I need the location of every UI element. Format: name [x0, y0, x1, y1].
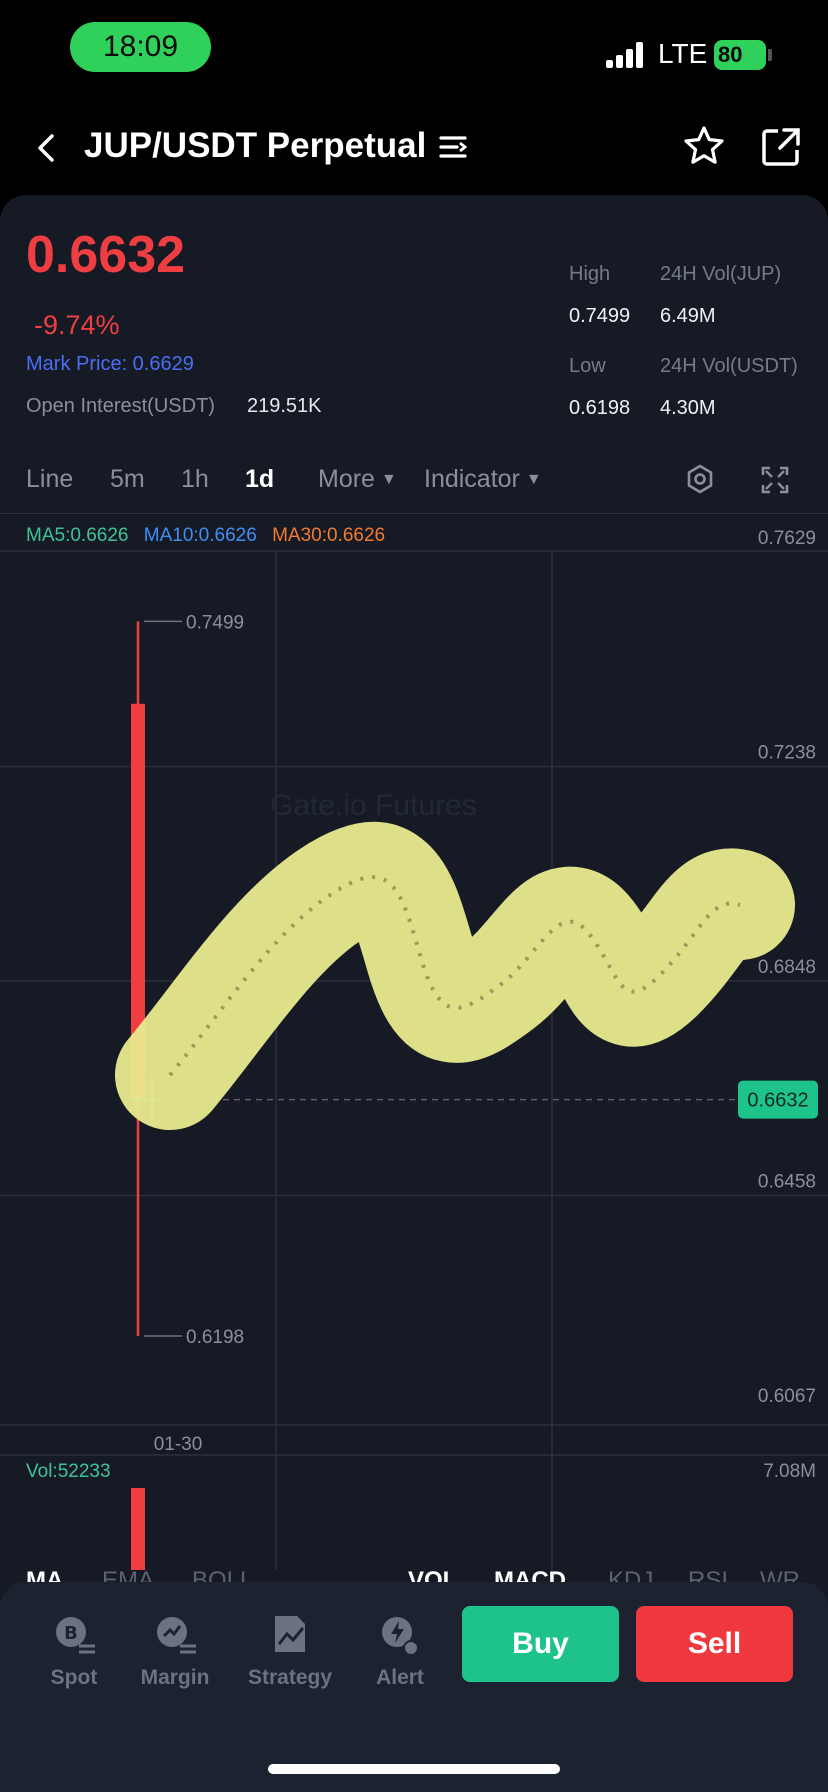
margin-icon: [157, 1617, 196, 1654]
nav-alert[interactable]: Alert: [350, 1612, 450, 1690]
tab-5m[interactable]: 5m: [110, 465, 145, 494]
nav-alert-label: Alert: [376, 1666, 424, 1689]
volume-label: Vol:52233: [26, 1461, 111, 1482]
buy-button[interactable]: Buy: [462, 1606, 619, 1682]
ma-legend: MA5:0.6626 MA10:0.6626 MA30:0.6626: [26, 525, 395, 547]
svg-text:B: B: [64, 1623, 78, 1644]
watermark-text: Gate.io Futures: [270, 789, 477, 822]
high-value: 0.7499: [569, 305, 631, 327]
tab-1d[interactable]: 1d: [245, 465, 274, 494]
nav-spot[interactable]: B Spot: [24, 1612, 124, 1690]
x-axis-label: 01-30: [154, 1434, 203, 1455]
status-bar: 18:09 LTE 80: [0, 0, 828, 100]
nav-strategy[interactable]: Strategy: [240, 1612, 340, 1690]
trading-panel: 0.6632 -9.74% Mark Price: 0.6629 Open In…: [0, 195, 828, 1792]
battery-level: 80: [718, 42, 743, 67]
tab-line[interactable]: Line: [26, 465, 73, 494]
pair-title[interactable]: JUP/USDT Perpetual: [84, 126, 426, 166]
ma30-value: MA30:0.6626: [272, 525, 386, 546]
low-marker-label: 0.6198: [186, 1327, 244, 1348]
candlestick-chart[interactable]: 0.7629 0.7238 0.6848 0.6458 0.6067 Gate.io Fu…: [0, 515, 828, 1570]
spot-icon: B: [56, 1617, 95, 1654]
sell-button[interactable]: Sell: [636, 1606, 793, 1682]
divider: [0, 513, 828, 514]
nav-strategy-label: Strategy: [247, 1666, 333, 1689]
ma10-value: MA10:0.6626: [143, 525, 257, 546]
nav-margin-label: Margin: [140, 1666, 210, 1689]
status-time: 18:09: [70, 22, 211, 72]
price-axis-label: 0.7629: [758, 528, 816, 549]
chart-settings-icon[interactable]: [684, 463, 716, 495]
back-arrow-icon[interactable]: [30, 128, 62, 168]
open-interest-label: Open Interest(USDT): [26, 395, 215, 417]
current-price-tag-label: 0.6632: [747, 1090, 808, 1112]
tab-indicator-label: Indicator: [424, 465, 520, 493]
mark-price: Mark Price: 0.6629: [26, 353, 194, 375]
price-axis-label: 0.6848: [758, 957, 816, 978]
home-indicator: [268, 1764, 560, 1774]
alert-icon: [382, 1617, 419, 1656]
tab-1h[interactable]: 1h: [181, 465, 209, 494]
signal-strength-icon: [606, 42, 646, 68]
low-value: 0.6198: [569, 397, 631, 419]
share-icon[interactable]: [760, 126, 802, 168]
price-change-percent: -9.74%: [34, 310, 120, 340]
price-axis-label: 0.7238: [758, 743, 816, 764]
vol-jup-value: 6.49M: [660, 305, 716, 327]
favorite-star-icon[interactable]: [682, 124, 726, 168]
tab-indicator[interactable]: Indicator ▼: [424, 465, 542, 494]
strategy-icon: [275, 1616, 305, 1652]
caret-down-icon: ▼: [380, 471, 397, 488]
high-label: High: [569, 263, 611, 285]
vol-usdt-value: 4.30M: [660, 397, 716, 419]
pair-list-icon[interactable]: [438, 132, 468, 162]
fullscreen-icon[interactable]: [760, 465, 790, 495]
header: JUP/USDT Perpetual: [0, 100, 828, 195]
bottom-action-bar: B Spot Margin Strategy Alert Buy Sell: [0, 1582, 828, 1792]
nav-spot-label: Spot: [50, 1666, 98, 1689]
price-axis-label: 0.6458: [758, 1172, 816, 1193]
battery-icon: 80: [714, 40, 766, 70]
ma5-value: MA5:0.6626: [26, 525, 129, 546]
tab-more-label: More: [318, 465, 375, 493]
last-price: 0.6632: [26, 226, 186, 284]
vol-usdt-label: 24H Vol(USDT): [660, 355, 798, 377]
open-interest-value: 219.51K: [247, 395, 322, 417]
price-axis-label: 0.6067: [758, 1386, 816, 1407]
volume-bar: [131, 1488, 145, 1570]
vol-jup-label: 24H Vol(JUP): [660, 263, 782, 285]
battery-tip: [768, 49, 772, 61]
low-label: Low: [569, 355, 606, 377]
scribble-overlay: [115, 822, 795, 1130]
nav-margin[interactable]: Margin: [125, 1612, 225, 1690]
network-type: LTE: [658, 38, 708, 69]
tab-more[interactable]: More ▼: [318, 465, 397, 494]
high-marker-label: 0.7499: [186, 612, 244, 633]
volume-axis-max: 7.08M: [763, 1461, 816, 1482]
caret-down-icon: ▼: [525, 471, 542, 488]
